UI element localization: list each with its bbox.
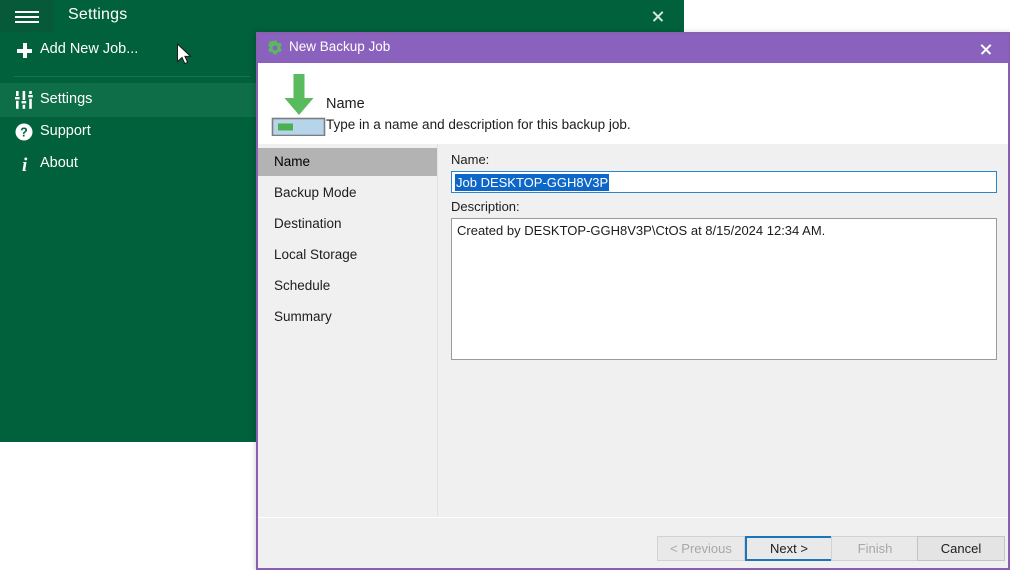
description-label: Description: xyxy=(451,199,520,214)
sliders-icon xyxy=(14,83,36,117)
hamburger-bar xyxy=(15,21,39,23)
info-icon: i xyxy=(14,147,36,181)
dialog-titlebar: New Backup Job xyxy=(258,34,1008,63)
next-button[interactable]: Next > xyxy=(745,536,833,561)
question-circle-icon: ? xyxy=(14,115,36,149)
previous-button[interactable]: < Previous xyxy=(657,536,745,561)
info-icon-svg: i xyxy=(22,155,28,173)
wizard-step-summary[interactable]: Summary xyxy=(258,303,437,331)
sidebar-item-label: About xyxy=(40,155,78,171)
dialog-footer: < Previous Next > Finish Cancel xyxy=(258,517,1008,568)
sidebar-divider xyxy=(14,76,250,77)
dialog-content: Name Backup Mode Destination Local Stora… xyxy=(258,144,1008,517)
sidebar-item-add-new-job[interactable]: Add New Job... xyxy=(0,33,256,67)
finish-button[interactable]: Finish xyxy=(831,536,919,561)
job-form-panel: Name: Job DESKTOP-GGH8V3P Description: C… xyxy=(438,144,1008,517)
name-label: Name: xyxy=(451,152,490,167)
hamburger-menu-icon[interactable] xyxy=(0,0,54,32)
plus-icon xyxy=(14,33,36,67)
app-title: Settings xyxy=(68,6,128,23)
wizard-step-destination[interactable]: Destination xyxy=(258,210,437,238)
description-textarea-value: Created by DESKTOP-GGH8V3P\CtOS at 8/15/… xyxy=(457,223,826,238)
name-input-value: Job DESKTOP-GGH8V3P xyxy=(455,174,610,191)
sliders-icon-svg xyxy=(15,91,33,109)
wizard-step-local-storage[interactable]: Local Storage xyxy=(258,241,437,269)
sidebar-item-support[interactable]: ? Support xyxy=(0,115,256,149)
wizard-step-backup-mode[interactable]: Backup Mode xyxy=(258,179,437,207)
dialog-header: Name Type in a name and description for … xyxy=(258,63,1008,144)
cancel-button[interactable]: Cancel xyxy=(917,536,1005,561)
name-input[interactable]: Job DESKTOP-GGH8V3P xyxy=(451,171,997,193)
backup-to-disk-icon-svg xyxy=(271,74,326,137)
sidebar-item-label: Settings xyxy=(40,91,93,107)
gear-icon xyxy=(267,40,283,56)
close-glyph xyxy=(980,42,993,55)
sidebar: Add New Job... Settings ? Support i Abou… xyxy=(0,32,256,442)
backup-to-disk-icon xyxy=(270,70,326,137)
wizard-step-name[interactable]: Name xyxy=(258,148,437,176)
svg-text:i: i xyxy=(22,155,28,173)
svg-text:?: ? xyxy=(20,126,28,140)
gear-icon-svg xyxy=(268,40,282,55)
wizard-steps-panel: Name Backup Mode Destination Local Stora… xyxy=(258,144,438,517)
sidebar-item-label: Add New Job... xyxy=(40,41,139,57)
app-close-icon[interactable] xyxy=(632,0,684,32)
sidebar-item-settings[interactable]: Settings xyxy=(0,83,256,117)
question-circle-icon-svg: ? xyxy=(15,123,33,141)
hamburger-bar xyxy=(15,16,39,18)
close-glyph xyxy=(652,10,665,23)
dialog-title: New Backup Job xyxy=(289,39,391,54)
wizard-step-schedule[interactable]: Schedule xyxy=(258,272,437,300)
new-backup-job-dialog: New Backup Job Name Type in a name and d… xyxy=(256,32,1010,570)
dialog-close-icon[interactable] xyxy=(964,34,1008,63)
hamburger-bar xyxy=(15,11,39,13)
sidebar-item-about[interactable]: i About xyxy=(0,147,256,181)
dialog-header-title: Name xyxy=(326,96,365,112)
dialog-header-subtitle: Type in a name and description for this … xyxy=(326,117,631,132)
sidebar-item-label: Support xyxy=(40,123,91,139)
app-titlebar: Settings xyxy=(0,0,684,32)
description-textarea[interactable]: Created by DESKTOP-GGH8V3P\CtOS at 8/15/… xyxy=(451,218,997,360)
